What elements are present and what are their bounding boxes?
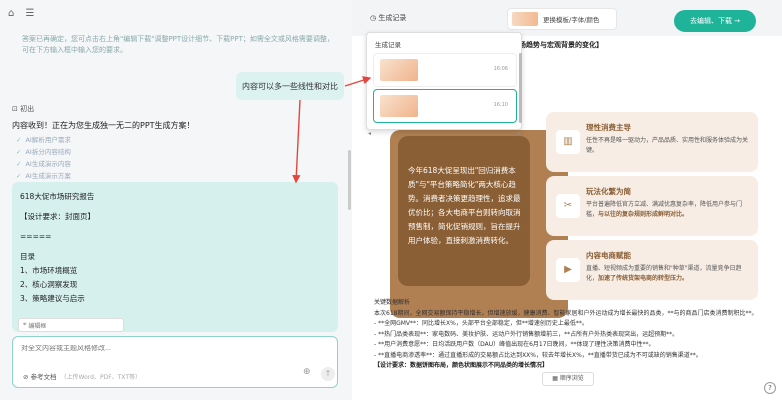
app-root: ⌂ ☰ 答案已再确定，您可点击右上角"编辑下载"调整PPT设计细节、下载PPT；… [0,0,782,400]
arrow-to-history [344,76,372,87]
annotation-arrows [292,76,372,184]
arrow-to-doc [292,99,301,184]
